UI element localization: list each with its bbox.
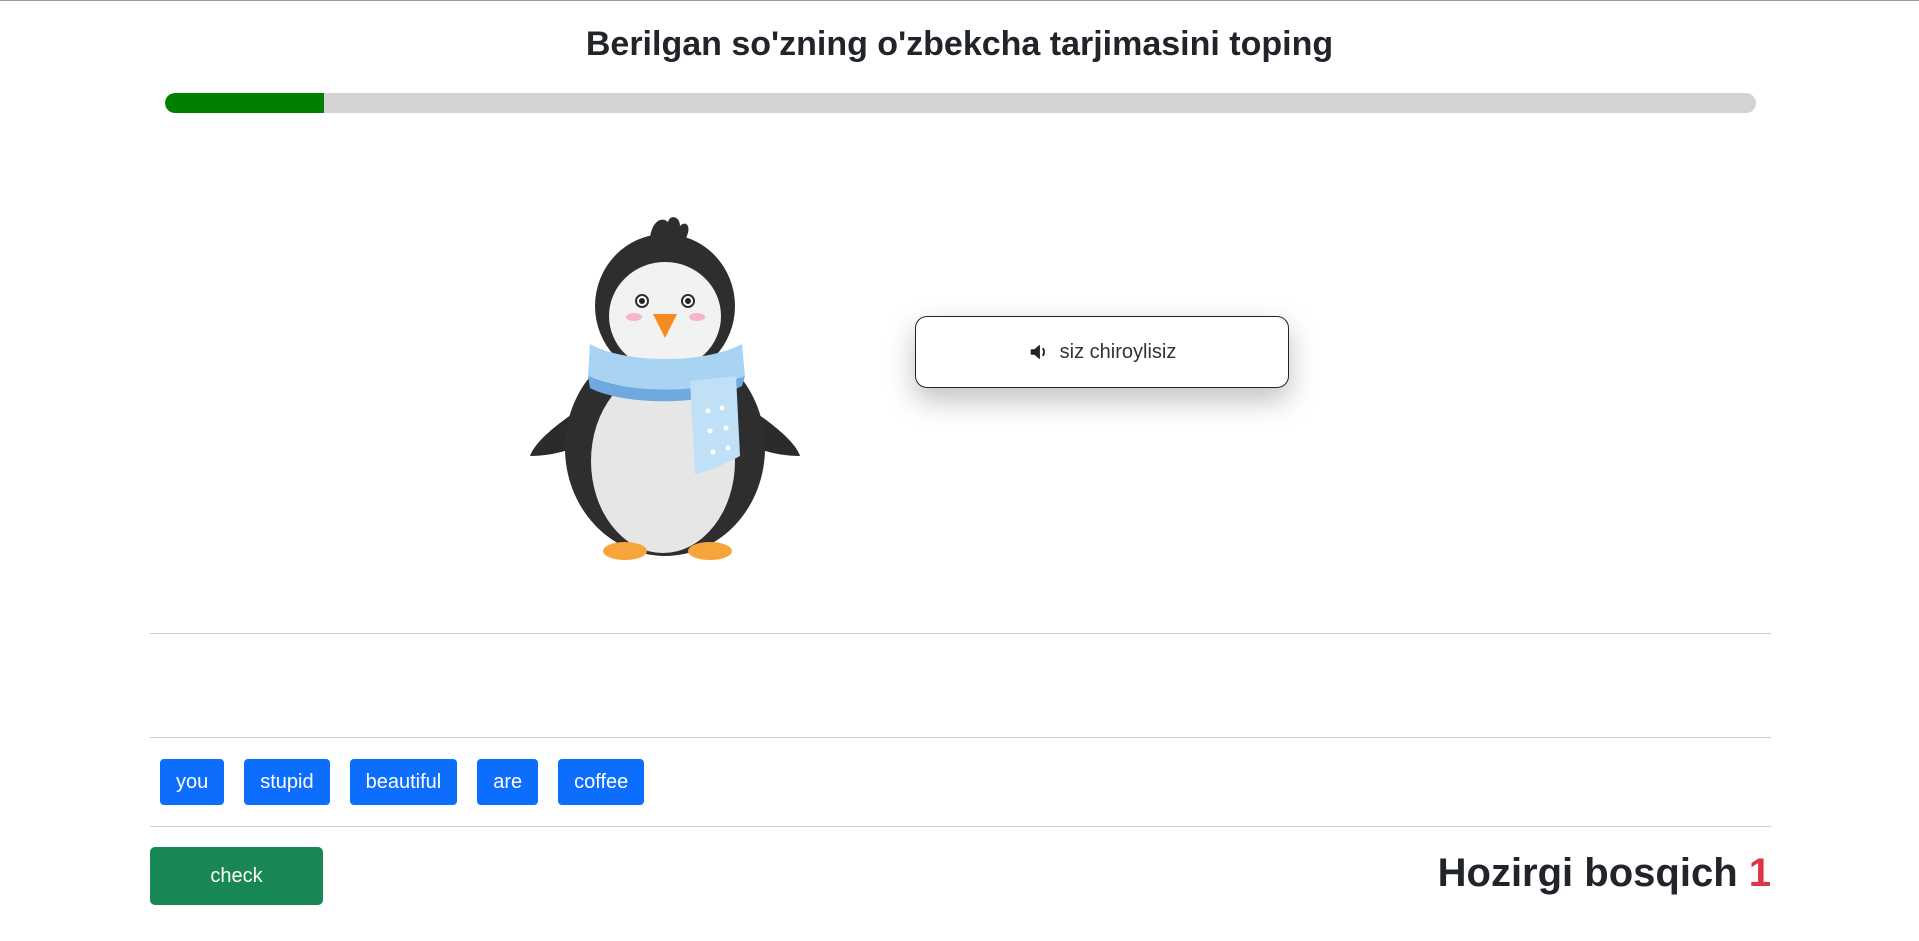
check-button[interactable]: check — [150, 847, 323, 905]
progress-bar-fill — [165, 93, 325, 113]
speaker-icon[interactable] — [1028, 341, 1050, 363]
word-button-beautiful[interactable]: beautiful — [349, 759, 458, 805]
answer-drop-area[interactable] — [150, 634, 1771, 737]
word-button-coffee[interactable]: coffee — [558, 759, 645, 805]
progress-bar — [165, 93, 1756, 113]
divider-middle — [150, 737, 1771, 738]
stage-indicator: Hozirgi bosqich 1 — [1438, 847, 1771, 899]
divider-bottom — [150, 826, 1771, 827]
word-button-stupid[interactable]: stupid — [244, 759, 330, 805]
prompt-text: siz chiroylisiz — [1059, 340, 1177, 363]
word-button-you[interactable]: you — [160, 759, 225, 805]
word-button-are[interactable]: are — [477, 759, 539, 805]
page-title: Berilgan so'zning o'zbekcha tarjimasini … — [585, 25, 1334, 63]
word-bank: you stupid beautiful are coffee — [160, 759, 645, 805]
stage-number: 1 — [1748, 851, 1771, 895]
lesson-page: Berilgan so'zning o'zbekcha tarjimasini … — [0, 0, 1919, 941]
prompt-audio-card[interactable]: siz chiroylisiz — [915, 316, 1289, 388]
stage-label: Hozirgi bosqich — [1437, 851, 1738, 895]
penguin-illustration — [530, 217, 800, 560]
